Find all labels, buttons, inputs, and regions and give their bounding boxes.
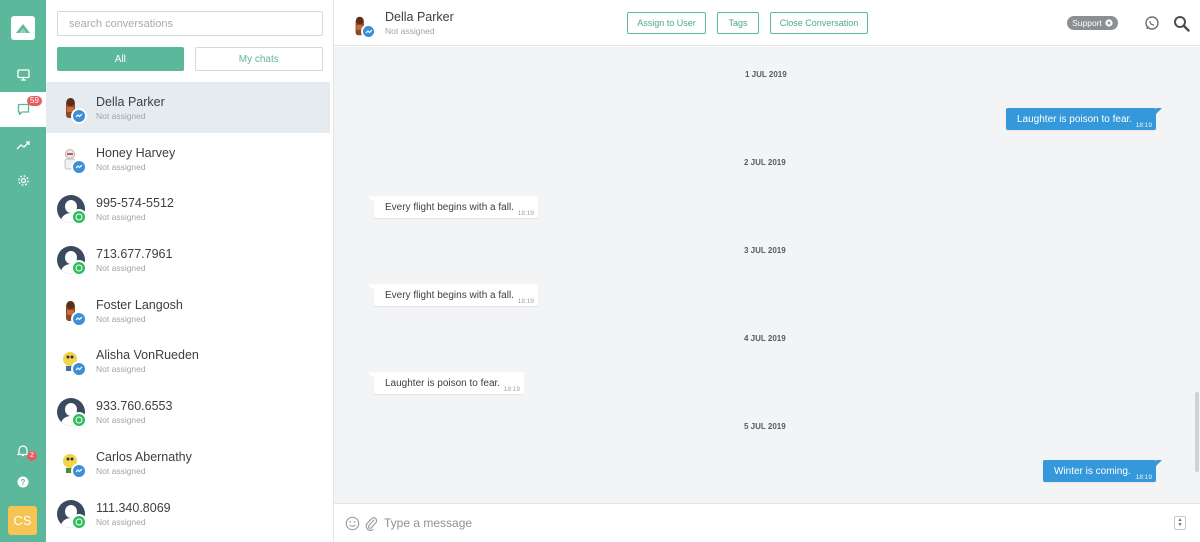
conversation-item[interactable]: 995-574-5512 Not assigned — [46, 183, 330, 234]
date-separator: 2 JUL 2019 — [744, 158, 786, 167]
date-separator: 5 JUL 2019 — [744, 422, 786, 431]
message-time: 18:19 — [503, 386, 520, 393]
trending-up-icon — [16, 140, 30, 149]
whatsapp-icon — [71, 209, 87, 226]
date-separator: 3 JUL 2019 — [744, 246, 786, 255]
message-thread: 1 JUL 2019 Laughter is poison to fear. 1… — [334, 47, 1200, 503]
message-text: Laughter is poison to fear. — [385, 377, 501, 389]
assignment-status: Not assigned — [96, 415, 146, 426]
conversation-filters: All My chats — [57, 47, 323, 71]
messenger-icon — [71, 108, 87, 124]
message-input[interactable] — [384, 514, 1164, 532]
sidebar-item-settings[interactable] — [0, 163, 46, 198]
sidebar-item-conversations[interactable]: 59 — [0, 92, 46, 127]
contact-name: 111.340.8069 — [96, 500, 171, 515]
sidebar-item-reports[interactable] — [0, 127, 46, 162]
message-composer: ▲ ▼ — [334, 503, 1200, 542]
whatsapp-icon — [71, 412, 87, 429]
support-label: Support — [1072, 18, 1102, 28]
message-text: Every flight begins with a fall. — [385, 201, 514, 213]
logo-icon[interactable] — [11, 16, 35, 40]
messenger-icon — [71, 158, 87, 175]
assignment-status: Not assigned — [96, 212, 146, 223]
support-tag[interactable]: Support — [1067, 16, 1118, 30]
conversation-item[interactable]: Carlos Abernathy Not assigned — [46, 437, 330, 488]
messenger-icon — [71, 462, 87, 479]
conversation-item[interactable]: Alisha VonRueden Not assigned — [46, 335, 330, 386]
filter-all-button[interactable]: All — [57, 47, 184, 71]
filter-my-chats-button[interactable]: My chats — [194, 47, 323, 71]
assignment-status: Not assigned — [96, 516, 146, 527]
incoming-message: Every flight begins with a fall. 18:19 — [368, 196, 538, 218]
contact-name: Honey Harvey — [96, 145, 176, 160]
messenger-icon — [71, 310, 87, 327]
sidebar-item-dashboard[interactable] — [0, 57, 46, 92]
search-input[interactable] — [57, 11, 323, 36]
assignment-status: Not assigned — [96, 364, 146, 375]
message-text: Winter is coming. — [1054, 465, 1131, 477]
assignment-status: Not assigned — [96, 161, 146, 172]
message-time: 18:19 — [1135, 474, 1152, 481]
nav-rail: 59 2 ? CS — [0, 0, 46, 542]
contact-name: Della Parker — [385, 10, 454, 24]
date-separator: 1 JUL 2019 — [745, 70, 787, 79]
date-separator: 4 JUL 2019 — [744, 334, 786, 343]
assignment-status: Not assigned — [96, 111, 146, 121]
whatsapp-icon[interactable] — [1143, 14, 1161, 32]
assignment-status: Not assigned — [96, 313, 146, 324]
contact-name: 995-574-5512 — [96, 196, 174, 211]
contact-name: Alisha VonRueden — [96, 348, 199, 363]
tags-button[interactable]: Tags — [717, 12, 759, 34]
assignment-status: Not assigned — [96, 263, 146, 274]
message-thread-scrollbar[interactable] — [1195, 392, 1199, 472]
user-avatar[interactable]: CS — [8, 506, 37, 535]
paperclip-icon[interactable] — [363, 515, 379, 531]
conversation-item[interactable]: 933.760.6553 Not assigned — [46, 386, 330, 437]
contact-name: 933.760.6553 — [96, 399, 173, 414]
assign-to-user-button[interactable]: Assign to User — [627, 12, 706, 34]
conversation-item[interactable]: 713.677.7961 Not assigned — [46, 234, 330, 285]
contact-name: Della Parker — [96, 95, 165, 109]
unread-badge: 59 — [27, 96, 42, 106]
message-time: 18:19 — [1135, 122, 1152, 129]
gear-icon — [17, 175, 29, 186]
incoming-message: Every flight begins with a fall. 18:19 — [368, 284, 538, 306]
monitor-icon — [16, 68, 30, 81]
contact-name: Foster Langosh — [96, 297, 183, 312]
svg-text:?: ? — [21, 478, 26, 487]
conversation-item[interactable]: Honey Harvey Not assigned — [46, 133, 330, 184]
emoji-icon[interactable] — [344, 515, 360, 531]
search-icon[interactable] — [1172, 14, 1190, 32]
message-text: Every flight begins with a fall. — [385, 289, 514, 301]
message-text: Laughter is poison to fear. — [1017, 113, 1133, 125]
notification-badge: 2 — [27, 451, 37, 461]
messenger-icon — [361, 24, 376, 39]
contact-name: Carlos Abernathy — [96, 449, 192, 464]
contact-name: 713.677.7961 — [96, 247, 173, 262]
conversation-item[interactable]: Della Parker Not assigned — [46, 82, 330, 133]
message-time: 18:19 — [517, 298, 534, 305]
composer-stepper[interactable]: ▲ ▼ — [1174, 516, 1186, 530]
conversation-header: Della Parker Not assigned Assign to User… — [334, 0, 1200, 46]
help-button[interactable]: ? — [0, 464, 46, 499]
conversations-panel: All My chats Della Parker Not assigned H… — [46, 0, 379, 542]
incoming-message: Laughter is poison to fear. 18:19 — [368, 372, 524, 394]
chevron-down-icon: ▼ — [1177, 522, 1183, 528]
outgoing-message: Winter is coming. 18:19 — [1043, 460, 1162, 482]
conversation-item[interactable]: 111.340.8069 Not assigned — [46, 488, 330, 539]
whatsapp-icon — [71, 260, 87, 277]
chat-icon — [17, 103, 29, 116]
assignment-status: Not assigned — [96, 465, 146, 476]
conversation-item[interactable]: Foster Langosh Not assigned — [46, 285, 330, 336]
conversation-list: Della Parker Not assigned Honey Harvey N… — [46, 82, 330, 538]
message-time: 18:19 — [517, 210, 534, 217]
close-icon[interactable] — [1105, 19, 1113, 27]
outgoing-message: Laughter is poison to fear. 18:19 — [1006, 108, 1162, 130]
help-icon: ? — [17, 476, 29, 487]
assignment-status: Not assigned — [385, 26, 435, 36]
close-conversation-button[interactable]: Close Conversation — [770, 12, 868, 34]
notifications-button[interactable] — [0, 433, 46, 468]
whatsapp-icon — [71, 513, 87, 530]
